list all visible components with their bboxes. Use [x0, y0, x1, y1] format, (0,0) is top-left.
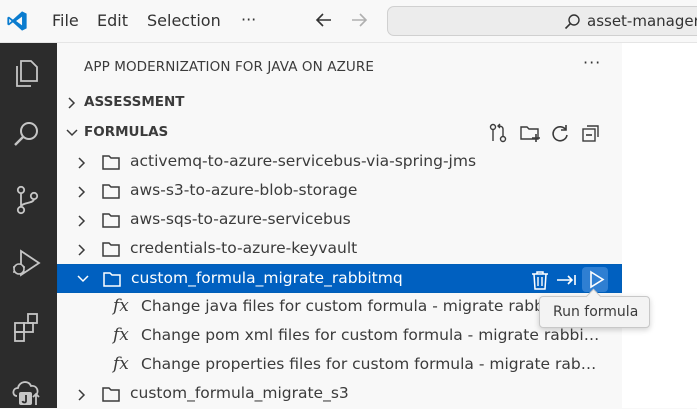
- folder-icon: [102, 387, 120, 402]
- function-icon: fx: [113, 296, 129, 316]
- search-icon[interactable]: [9, 117, 45, 153]
- tree-item-label: Change java files for custom formula - m…: [141, 297, 580, 315]
- folder-icon: [102, 184, 120, 199]
- menu-edit[interactable]: Edit: [97, 11, 128, 30]
- section-assessment-label: ASSESSMENT: [84, 94, 185, 110]
- function-icon: fx: [113, 354, 129, 374]
- tree-item-label: Change properties files for custom formu…: [141, 355, 603, 373]
- chevron-right-icon: [78, 389, 86, 401]
- run-formula-button[interactable]: [582, 267, 608, 292]
- chevron-right-icon: [78, 157, 86, 169]
- command-center[interactable]: asset-manager: [387, 6, 697, 36]
- chevron-right-icon: [78, 244, 86, 256]
- function-icon: fx: [113, 325, 129, 345]
- vscode-logo-icon[interactable]: [6, 10, 28, 32]
- folder-icon: [102, 213, 120, 228]
- menu-file[interactable]: File: [52, 11, 79, 30]
- tree-item-folder-selected[interactable]: custom_formula_migrate_rabbitmq: [57, 264, 622, 293]
- row-actions: [528, 267, 618, 292]
- play-icon: [590, 270, 605, 289]
- sidebar-more-actions[interactable]: ···: [583, 53, 601, 72]
- section-formulas-actions: [487, 122, 607, 144]
- tree-item-label: aws-sqs-to-azure-servicebus: [130, 210, 351, 228]
- tree-item-label: activemq-to-azure-servicebus-via-spring-…: [130, 152, 477, 170]
- tree-item-label: credentials-to-azure-keyvault: [130, 239, 358, 257]
- command-center-text: asset-manager: [587, 12, 697, 30]
- activity-bar: [0, 43, 57, 408]
- collapse-all-icon[interactable]: [580, 122, 602, 144]
- apply-arrow-icon[interactable]: [555, 269, 577, 291]
- forward-arrow-icon[interactable]: [349, 10, 369, 30]
- chevron-right-icon: [78, 215, 86, 227]
- tree-item-formula-step[interactable]: fx Change pom xml files for custom formu…: [57, 322, 622, 351]
- tree-item-folder[interactable]: custom_formula_migrate_s3: [57, 380, 622, 409]
- tree-item-label: custom_formula_migrate_s3: [130, 384, 349, 402]
- back-arrow-icon[interactable]: [314, 10, 334, 30]
- folder-icon: [102, 242, 120, 257]
- menu-more[interactable]: ···: [241, 10, 256, 29]
- sidebar-title: APP MODERNIZATION FOR JAVA ON AZURE: [84, 59, 375, 75]
- tree-item-folder[interactable]: aws-s3-to-azure-blob-storage: [57, 177, 622, 206]
- tree-item-formula-step[interactable]: fx Change properties files for custom fo…: [57, 351, 622, 380]
- tree-item-label: aws-s3-to-azure-blob-storage: [130, 181, 358, 199]
- side-bar: APP MODERNIZATION FOR JAVA ON AZURE ··· …: [57, 43, 622, 408]
- chevron-right-icon: [78, 186, 86, 198]
- section-formulas[interactable]: FORMULAS: [57, 119, 622, 147]
- tree-item-formula-step[interactable]: fx Change java files for custom formula …: [57, 293, 622, 322]
- new-folder-icon[interactable]: [519, 122, 541, 144]
- source-control-icon[interactable]: [9, 182, 45, 218]
- run-debug-icon[interactable]: [9, 245, 45, 281]
- trash-icon[interactable]: [529, 269, 551, 291]
- tree-item-folder[interactable]: activemq-to-azure-servicebus-via-spring-…: [57, 148, 622, 177]
- tree-item-label: Change pom xml files for custom formula …: [141, 326, 603, 344]
- tooltip: Run formula: [539, 288, 650, 328]
- extensions-icon[interactable]: [9, 309, 45, 345]
- folder-icon: [103, 272, 121, 287]
- search-icon: [564, 14, 580, 30]
- editor-area[interactable]: [622, 43, 697, 408]
- menu-selection[interactable]: Selection: [147, 11, 221, 30]
- folder-icon: [102, 155, 120, 170]
- section-assessment[interactable]: ASSESSMENT: [57, 89, 622, 117]
- chevron-down-icon: [77, 275, 89, 283]
- title-bar: File Edit Selection ··· asset-manager: [0, 0, 697, 43]
- refresh-icon[interactable]: [549, 122, 571, 144]
- explorer-icon[interactable]: [9, 55, 45, 91]
- chevron-right-icon: [68, 97, 76, 109]
- chevron-down-icon: [66, 129, 78, 137]
- connect-icon[interactable]: [487, 122, 509, 144]
- tree-item-label: custom_formula_migrate_rabbitmq: [131, 269, 403, 287]
- java-azure-icon[interactable]: [9, 372, 45, 408]
- tree-item-folder[interactable]: aws-sqs-to-azure-servicebus: [57, 206, 622, 235]
- tree-item-folder[interactable]: credentials-to-azure-keyvault: [57, 235, 622, 264]
- tooltip-text: Run formula: [553, 304, 639, 320]
- section-formulas-label: FORMULAS: [84, 124, 169, 140]
